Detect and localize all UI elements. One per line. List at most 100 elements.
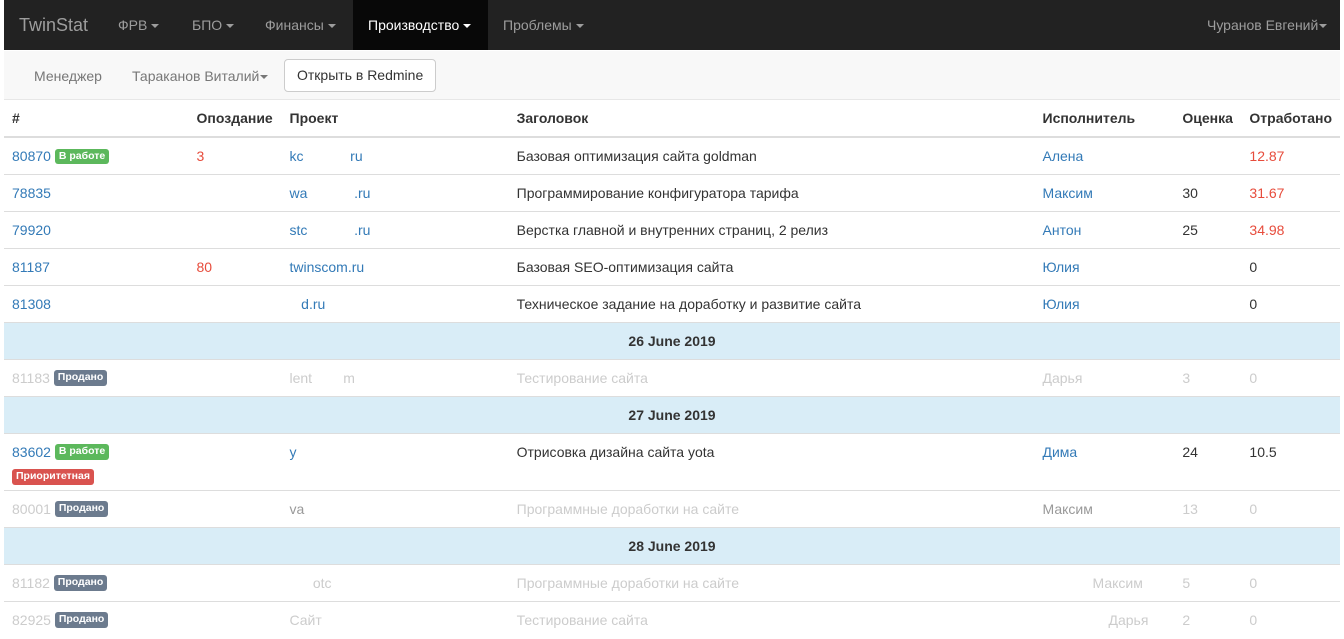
cell-worked: 12.87 <box>1241 136 1340 174</box>
cell-project: Сайт <box>281 600 509 638</box>
task-id-link[interactable]: 81187 <box>12 259 50 275</box>
status-badge: Продано <box>53 370 108 386</box>
caret-down-icon <box>327 24 336 29</box>
cell-project: stc .ru <box>281 210 509 248</box>
cell-estimate: 13 <box>1174 489 1242 527</box>
cell-worked: 0 <box>1241 489 1340 527</box>
col-header-delay[interactable]: Опоздание <box>188 100 282 138</box>
brand-logo[interactable]: TwinStat <box>19 15 88 36</box>
cell-worked: 0 <box>1241 358 1340 396</box>
date-group-label: 28 June 2019 <box>4 526 1340 564</box>
cell-executor: Дарья <box>1034 600 1175 638</box>
executor-link[interactable]: Алена <box>1043 148 1084 164</box>
cell-project: wa .ru <box>281 173 509 211</box>
status-badge: В работе <box>54 148 110 165</box>
nav-user-menu[interactable]: Чуранов Евгений <box>1192 0 1342 50</box>
project-link[interactable]: y <box>290 444 297 460</box>
cell-estimate <box>1174 247 1242 285</box>
cell-title: Техническое задание на доработку и разви… <box>508 284 1035 322</box>
nav-bpo[interactable]: БПО <box>177 0 249 50</box>
manager-label: Менеджер <box>34 68 102 84</box>
cell-worked: 10.5 <box>1241 432 1340 490</box>
task-id-link[interactable]: 81182 <box>12 575 50 591</box>
cell-id: 81182 Продано <box>4 563 189 601</box>
nav-bpo-label: БПО <box>192 17 223 33</box>
executor-link[interactable]: Максим <box>1043 185 1093 201</box>
cell-executor: Максим <box>1034 489 1175 527</box>
executor-link[interactable]: Юлия <box>1043 296 1080 312</box>
project-link[interactable]: twinscom.ru <box>290 259 365 275</box>
status-badge: Продано <box>54 612 109 628</box>
executor-link[interactable]: Юлия <box>1043 259 1080 275</box>
cell-project: twinscom.ru <box>281 247 509 285</box>
status-badge: В работе <box>54 444 110 460</box>
caret-down-icon <box>1319 24 1328 29</box>
cell-title: Тестирование сайта <box>508 358 1035 396</box>
cell-delay <box>188 563 282 601</box>
task-id-link[interactable]: 82925 <box>12 612 51 628</box>
nav-problems-label: Проблемы <box>503 17 572 33</box>
manager-value: Тараканов Виталий <box>132 68 260 84</box>
cell-id: 82925 Продано <box>4 600 189 638</box>
caret-down-icon <box>575 24 584 29</box>
cell-worked: 0 <box>1241 563 1340 601</box>
cell-delay <box>188 284 282 322</box>
cell-project: va <box>281 489 509 527</box>
open-in-redmine-button[interactable]: Открыть в Redmine <box>284 59 437 92</box>
cell-delay <box>188 600 282 638</box>
cell-title: Базовая SEO-оптимизация сайта <box>508 247 1035 285</box>
col-header-title[interactable]: Заголовок <box>508 100 1035 138</box>
col-header-worked[interactable]: Отработано <box>1241 100 1340 138</box>
task-id-link[interactable]: 81183 <box>12 370 50 386</box>
table-row: 81183 Продано lent m Тестирование сайта … <box>4 358 1340 396</box>
date-group-row: 28 June 2019 <box>4 526 1340 564</box>
cell-estimate <box>1174 136 1242 174</box>
cell-project: y <box>281 432 509 490</box>
date-group-row: 27 June 2019 <box>4 395 1340 433</box>
task-id-link[interactable]: 80001 <box>12 501 51 517</box>
cell-estimate: 2 <box>1174 600 1242 638</box>
table-row: 80870 В работе 3 kc ru Базовая оптимизац… <box>4 136 1340 174</box>
table-row: 80001 Продано va Программные доработки н… <box>4 489 1340 527</box>
task-id-link[interactable]: 79920 <box>12 222 51 238</box>
table-row: 83602 В работе Приоритетная y Отрисовка д… <box>4 432 1340 490</box>
manager-dropdown[interactable]: Тараканов Виталий <box>132 68 269 84</box>
executor-link[interactable]: Антон <box>1043 222 1082 238</box>
filter-bar: Менеджер Тараканов Виталий Открыть в Red… <box>4 51 1340 100</box>
col-header-id[interactable]: # <box>4 100 189 138</box>
table-row: 81182 Продано otc Программные доработки … <box>4 563 1340 601</box>
cell-worked: 0 <box>1241 247 1340 285</box>
cell-id: 83602 В работе Приоритетная <box>4 432 189 490</box>
project-link[interactable]: stc .ru <box>290 222 371 238</box>
task-id-link[interactable]: 80870 <box>12 148 51 164</box>
table-row: 81308 d.ru Техническое задание на дорабо… <box>4 284 1340 322</box>
project-link[interactable]: kc ru <box>290 148 363 164</box>
executor-link[interactable]: Дима <box>1043 444 1078 460</box>
nav-finance[interactable]: Финансы <box>250 0 351 50</box>
nav-problems[interactable]: Проблемы <box>488 0 599 50</box>
caret-down-icon <box>463 24 472 29</box>
date-group-row: 26 June 2019 <box>4 321 1340 359</box>
date-group-label: 27 June 2019 <box>4 395 1340 433</box>
table-row: 79920 stc .ru Верстка главной и внутренн… <box>4 210 1340 248</box>
col-header-estimate[interactable]: Оценка <box>1174 100 1242 138</box>
nav-frv-label: ФРВ <box>118 17 148 33</box>
task-id-link[interactable]: 81308 <box>12 296 51 312</box>
col-header-executor[interactable]: Исполнитель <box>1034 100 1175 138</box>
top-navbar: TwinStat ФРВ БПО Финансы Производство Пр… <box>4 0 1340 50</box>
task-id-link[interactable]: 83602 <box>12 444 51 460</box>
tasks-table: # Опоздание Проект Заголовок Исполнитель… <box>4 100 1340 638</box>
cell-estimate: 3 <box>1174 358 1242 396</box>
project-link[interactable]: wa .ru <box>290 185 371 201</box>
nav-frv[interactable]: ФРВ <box>103 0 174 50</box>
cell-id: 81308 <box>4 284 189 322</box>
project-link[interactable]: d.ru <box>290 296 325 312</box>
cell-executor: Юлия <box>1034 284 1175 322</box>
cell-executor: Дима <box>1034 432 1175 490</box>
nav-production[interactable]: Производство <box>353 0 488 50</box>
task-id-link[interactable]: 78835 <box>12 185 51 201</box>
cell-estimate: 5 <box>1174 563 1242 601</box>
cell-estimate: 30 <box>1174 173 1242 211</box>
table-row: 82925 Продано Сайт Тестирование сайта Да… <box>4 600 1340 638</box>
col-header-project[interactable]: Проект <box>281 100 509 138</box>
